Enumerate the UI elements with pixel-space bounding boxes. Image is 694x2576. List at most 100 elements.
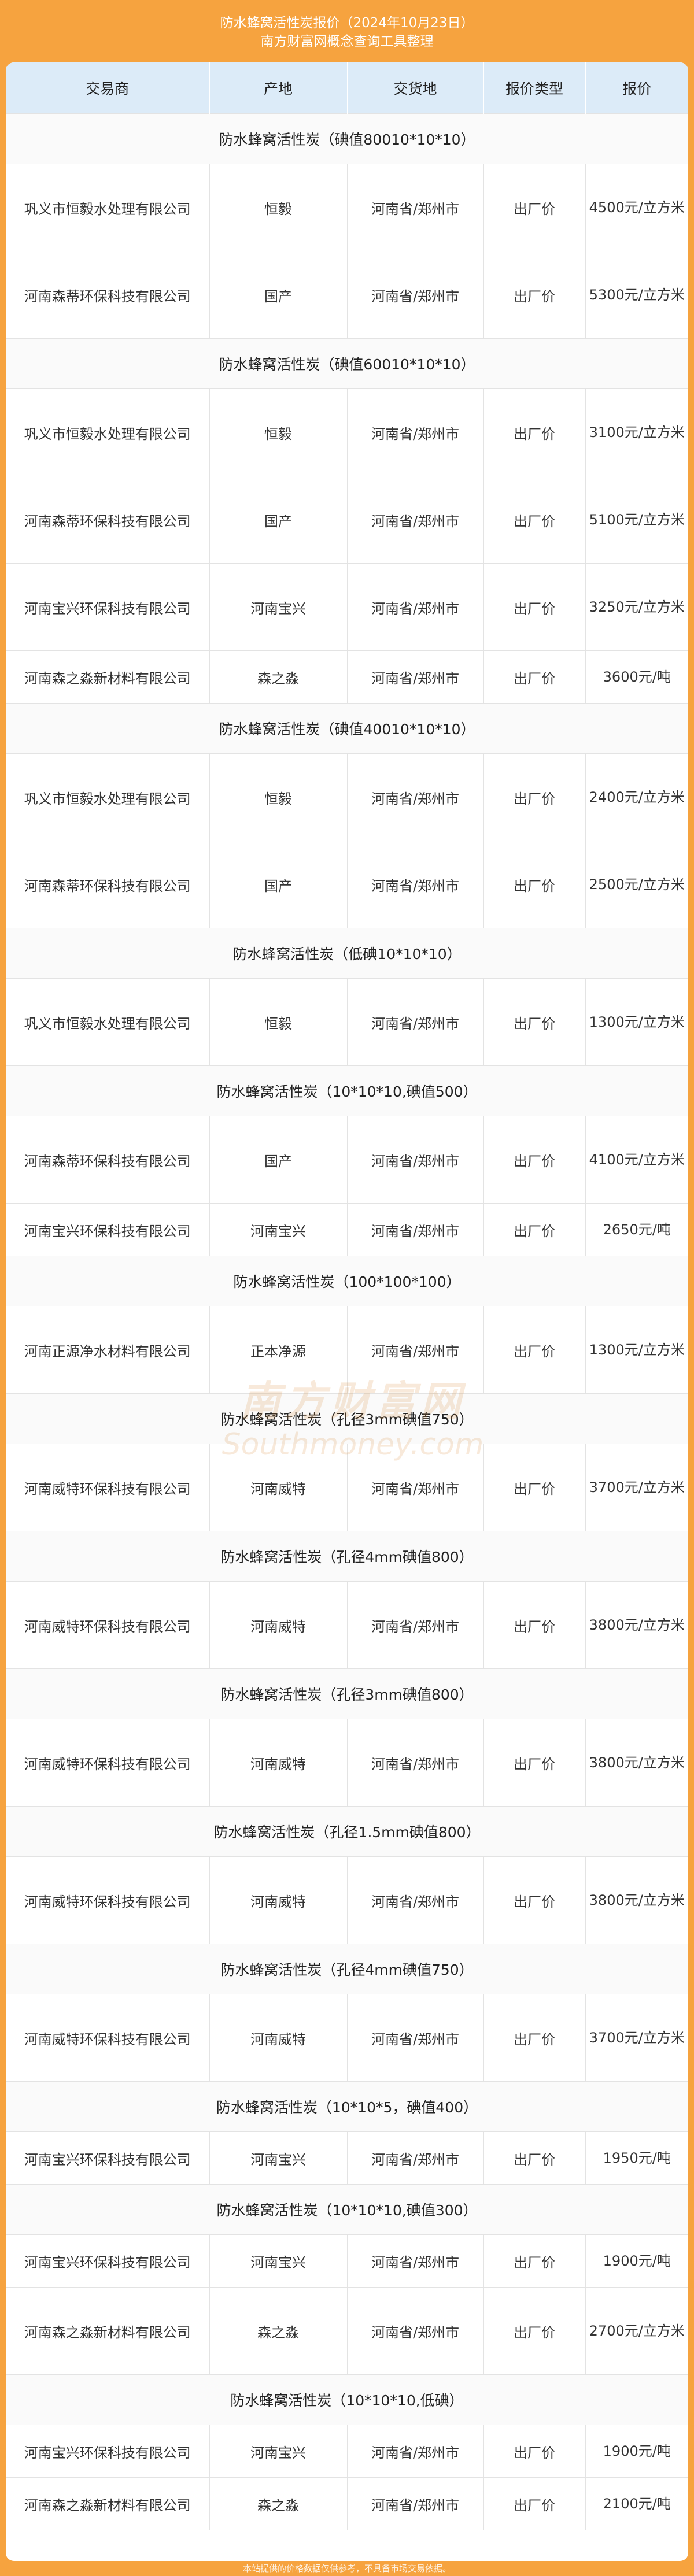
cell-origin: 森之淼: [209, 2287, 348, 2375]
column-header-origin: 产地: [209, 62, 348, 114]
price-table-card: 交易商 产地 交货地 报价类型 报价 防水蜂窝活性炭（碘值80010*10*10…: [6, 62, 688, 2561]
cell-price: 3100元/立方米: [585, 388, 688, 476]
cell-origin: 河南威特: [209, 1444, 348, 1531]
category-title: 防水蜂窝活性炭（10*10*5，碘值400）: [6, 2081, 688, 2132]
cell-price: 1300元/立方米: [585, 978, 688, 1066]
cell-delivery: 河南省/郑州市: [347, 1116, 484, 1204]
cell-quote-type: 出厂价: [483, 2425, 586, 2478]
cell-price: 2700元/立方米: [585, 2287, 688, 2375]
category-row: 防水蜂窝活性炭（孔径3mm碘值800）: [6, 1668, 688, 1719]
cell-delivery: 河南省/郑州市: [347, 251, 484, 339]
cell-origin: 河南宝兴: [209, 1203, 348, 1256]
category-title: 防水蜂窝活性炭（100*100*100）: [6, 1256, 688, 1306]
cell-quote-type: 出厂价: [483, 1581, 586, 1669]
table-row: 河南威特环保科技有限公司 河南威特 河南省/郑州市 出厂价 3800元/立方米: [6, 1856, 688, 1944]
category-title: 防水蜂窝活性炭（孔径3mm碘值750）: [6, 1393, 688, 1444]
category-row: 防水蜂窝活性炭（10*10*5，碘值400）: [6, 2081, 688, 2132]
cell-price: 1900元/吨: [585, 2234, 688, 2288]
cell-delivery: 河南省/郑州市: [347, 164, 484, 251]
category-title: 防水蜂窝活性炭（碘值60010*10*10）: [6, 338, 688, 389]
category-title: 防水蜂窝活性炭（孔径1.5mm碘值800）: [6, 1806, 688, 1857]
cell-trader: 巩义市恒毅水处理有限公司: [6, 753, 210, 841]
cell-origin: 恒毅: [209, 978, 348, 1066]
cell-trader: 河南宝兴环保科技有限公司: [6, 2425, 210, 2478]
cell-quote-type: 出厂价: [483, 2234, 586, 2288]
cell-quote-type: 出厂价: [483, 563, 586, 651]
cell-delivery: 河南省/郑州市: [347, 650, 484, 704]
cell-trader: 河南宝兴环保科技有限公司: [6, 1203, 210, 1256]
cell-trader: 巩义市恒毅水处理有限公司: [6, 164, 210, 251]
cell-quote-type: 出厂价: [483, 978, 586, 1066]
cell-price: 4500元/立方米: [585, 164, 688, 251]
cell-delivery: 河南省/郑州市: [347, 1306, 484, 1394]
cell-price: 4100元/立方米: [585, 1116, 688, 1204]
cell-origin: 河南威特: [209, 1719, 348, 1807]
column-header-delivery: 交货地: [347, 62, 484, 114]
table-row: 河南森之淼新材料有限公司 森之淼 河南省/郑州市 出厂价 3600元/吨: [6, 650, 688, 704]
table-row: 巩义市恒毅水处理有限公司 恒毅 河南省/郑州市 出厂价 1300元/立方米: [6, 978, 688, 1066]
cell-price: 2650元/吨: [585, 1203, 688, 1256]
cell-quote-type: 出厂价: [483, 753, 586, 841]
page-title: 防水蜂窝活性炭报价（2024年10月23日）: [220, 16, 474, 31]
table-row: 河南森蒂环保科技有限公司 国产 河南省/郑州市 出厂价 4100元/立方米: [6, 1116, 688, 1204]
cell-quote-type: 出厂价: [483, 1306, 586, 1394]
cell-origin: 国产: [209, 476, 348, 564]
table-row: 河南宝兴环保科技有限公司 河南宝兴 河南省/郑州市 出厂价 3250元/立方米: [6, 563, 688, 651]
table-row: 河南宝兴环保科技有限公司 河南宝兴 河南省/郑州市 出厂价 1900元/吨: [6, 2425, 688, 2478]
cell-quote-type: 出厂价: [483, 1856, 586, 1944]
cell-origin: 恒毅: [209, 388, 348, 476]
cell-origin: 恒毅: [209, 164, 348, 251]
cell-trader: 河南森蒂环保科技有限公司: [6, 841, 210, 928]
table-row: 河南森蒂环保科技有限公司 国产 河南省/郑州市 出厂价 2500元/立方米: [6, 841, 688, 928]
category-row: 防水蜂窝活性炭（孔径4mm碘值800）: [6, 1531, 688, 1582]
cell-delivery: 河南省/郑州市: [347, 2234, 484, 2288]
cell-delivery: 河南省/郑州市: [347, 841, 484, 928]
footer-disclaimer: 本站提供的价格数据仅供参考，不具备市场交易依据。: [242, 2563, 451, 2574]
category-row: 防水蜂窝活性炭（碘值80010*10*10）: [6, 113, 688, 164]
table-row: 巩义市恒毅水处理有限公司 恒毅 河南省/郑州市 出厂价 2400元/立方米: [6, 753, 688, 841]
page-header: 防水蜂窝活性炭报价（2024年10月23日） 南方财富网概念查询工具整理: [0, 0, 694, 65]
column-header-quote-type: 报价类型: [483, 62, 586, 114]
cell-delivery: 河南省/郑州市: [347, 388, 484, 476]
cell-quote-type: 出厂价: [483, 476, 586, 564]
cell-price: 2400元/立方米: [585, 753, 688, 841]
cell-delivery: 河南省/郑州市: [347, 1856, 484, 1944]
cell-origin: 河南宝兴: [209, 2425, 348, 2478]
cell-origin: 森之淼: [209, 2477, 348, 2530]
cell-delivery: 河南省/郑州市: [347, 978, 484, 1066]
cell-price: 5100元/立方米: [585, 476, 688, 564]
table-row: 河南森蒂环保科技有限公司 国产 河南省/郑州市 出厂价 5100元/立方米: [6, 476, 688, 564]
table-header-row: 交易商 产地 交货地 报价类型 报价: [6, 62, 688, 114]
cell-quote-type: 出厂价: [483, 1719, 586, 1807]
cell-quote-type: 出厂价: [483, 1116, 586, 1204]
cell-trader: 河南宝兴环保科技有限公司: [6, 563, 210, 651]
table-row: 河南威特环保科技有限公司 河南威特 河南省/郑州市 出厂价 3800元/立方米: [6, 1719, 688, 1807]
cell-quote-type: 出厂价: [483, 251, 586, 339]
category-row: 防水蜂窝活性炭（10*10*10,碘值500）: [6, 1065, 688, 1116]
table-row: 河南正源净水材料有限公司 正本净源 河南省/郑州市 出厂价 1300元/立方米: [6, 1306, 688, 1394]
cell-trader: 河南宝兴环保科技有限公司: [6, 2131, 210, 2185]
cell-delivery: 河南省/郑州市: [347, 2287, 484, 2375]
cell-delivery: 河南省/郑州市: [347, 1203, 484, 1256]
cell-delivery: 河南省/郑州市: [347, 753, 484, 841]
cell-price: 3800元/立方米: [585, 1581, 688, 1669]
cell-price: 1900元/吨: [585, 2425, 688, 2478]
cell-delivery: 河南省/郑州市: [347, 2477, 484, 2530]
table-row: 巩义市恒毅水处理有限公司 恒毅 河南省/郑州市 出厂价 3100元/立方米: [6, 388, 688, 476]
cell-trader: 河南森蒂环保科技有限公司: [6, 1116, 210, 1204]
cell-price: 3800元/立方米: [585, 1856, 688, 1944]
cell-quote-type: 出厂价: [483, 2287, 586, 2375]
cell-delivery: 河南省/郑州市: [347, 1444, 484, 1531]
category-row: 防水蜂窝活性炭（10*10*10,碘值300）: [6, 2184, 688, 2235]
cell-delivery: 河南省/郑州市: [347, 1719, 484, 1807]
cell-trader: 河南森蒂环保科技有限公司: [6, 476, 210, 564]
cell-price: 3700元/立方米: [585, 1444, 688, 1531]
cell-quote-type: 出厂价: [483, 841, 586, 928]
cell-origin: 河南宝兴: [209, 563, 348, 651]
cell-price: 3250元/立方米: [585, 563, 688, 651]
category-row: 防水蜂窝活性炭（孔径3mm碘值750）: [6, 1393, 688, 1444]
table-row: 河南宝兴环保科技有限公司 河南宝兴 河南省/郑州市 出厂价 2650元/吨: [6, 1203, 688, 1256]
page-subtitle: 南方财富网概念查询工具整理: [260, 34, 434, 49]
table-row: 河南森蒂环保科技有限公司 国产 河南省/郑州市 出厂价 5300元/立方米: [6, 251, 688, 339]
category-row: 防水蜂窝活性炭（100*100*100）: [6, 1256, 688, 1306]
